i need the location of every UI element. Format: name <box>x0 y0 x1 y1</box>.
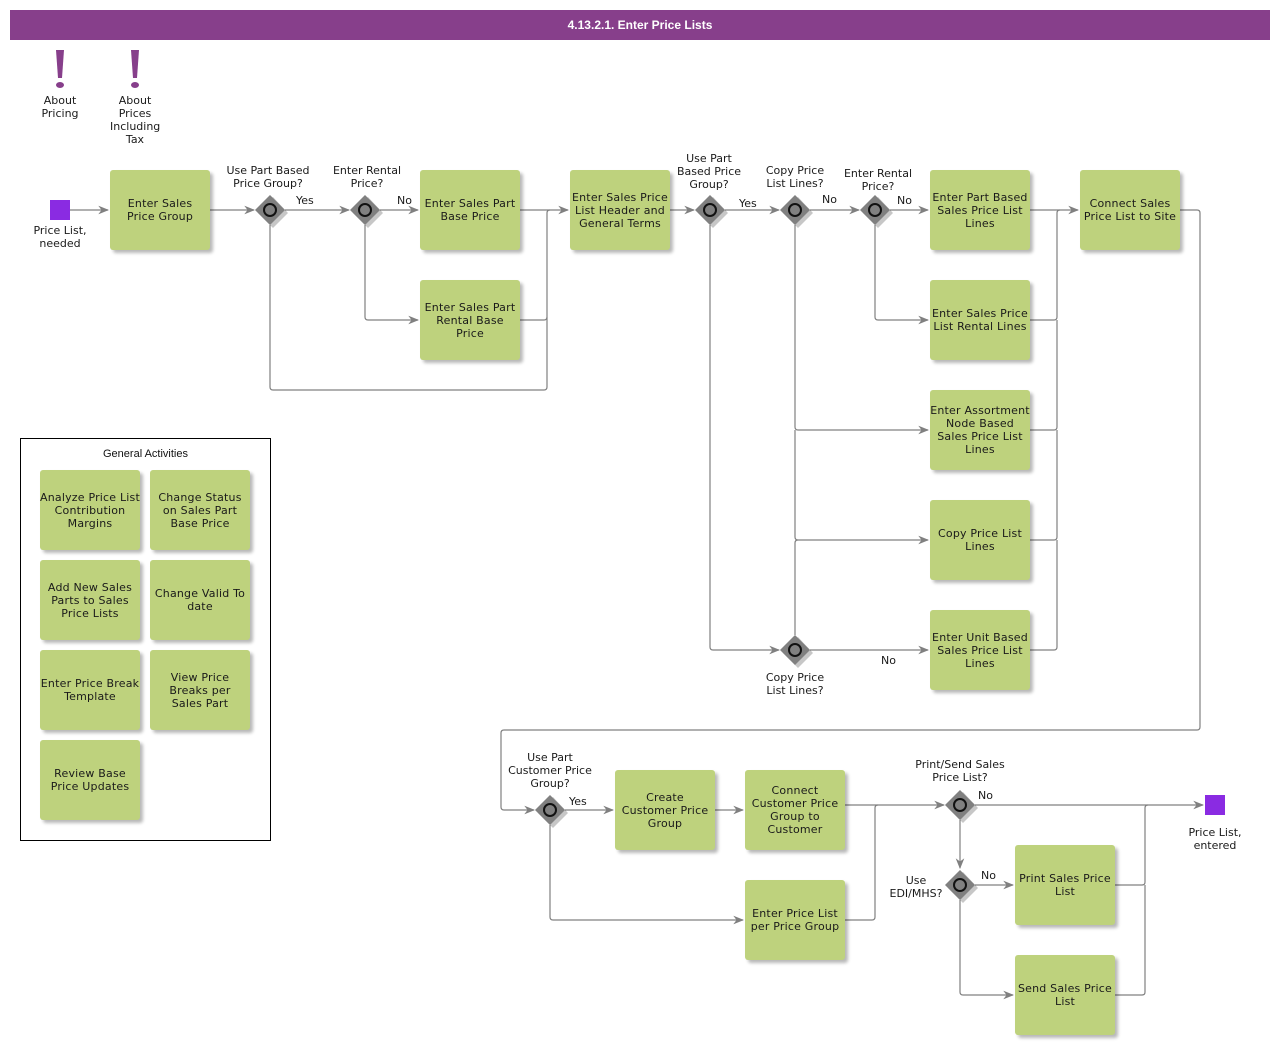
task-print-price-list[interactable]: Print Sales Price List <box>1015 845 1115 925</box>
connector <box>1030 430 1058 541</box>
exclamation-icon <box>131 50 139 88</box>
connector <box>959 900 1015 1000</box>
connector <box>709 225 781 655</box>
flow-label-no: No <box>822 193 837 206</box>
gateway-6[interactable] <box>780 635 813 668</box>
general-activity-item[interactable]: Enter Price Break Template <box>40 650 140 730</box>
start-event[interactable] <box>50 200 70 220</box>
flow-label-no: No <box>981 869 996 882</box>
flow-label-no: No <box>978 789 993 802</box>
connector <box>794 539 799 635</box>
flow-label-no: No <box>881 654 896 667</box>
note-label: About Prices Including Tax <box>110 94 161 146</box>
general-activity-item[interactable]: View Price Breaks per Sales Part <box>150 650 250 730</box>
general-activity-item[interactable]: Review Base Price Updates <box>40 740 140 820</box>
connector <box>1115 804 1149 886</box>
gateway-label: Print/Send Sales Price List? <box>915 758 1005 784</box>
connector <box>500 209 1201 815</box>
task-enter-rental-lines[interactable]: Enter Sales Price List Rental Lines <box>930 280 1030 360</box>
gateway-label: Enter Rental Price? <box>843 167 913 193</box>
flow-label-yes: Yes <box>569 795 587 808</box>
task-enter-part-based-lines[interactable]: Enter Part Based Sales Price List Lines <box>930 170 1030 250</box>
gateway-label: Use Part Customer Price Group? <box>508 751 592 790</box>
gateway-7[interactable] <box>535 795 568 828</box>
connector <box>874 225 930 325</box>
task-enter-sales-part-base-price[interactable]: Enter Sales Part Base Price <box>420 170 520 250</box>
general-activity-item[interactable]: Change Valid To date <box>150 560 250 640</box>
connector <box>794 430 930 545</box>
note-label: About Pricing <box>41 94 79 120</box>
task-enter-unit-based-lines[interactable]: Enter Unit Based Sales Price List Lines <box>930 610 1030 690</box>
note-about-pricing[interactable]: About Pricing <box>40 50 80 120</box>
connector <box>1030 540 1058 651</box>
gateway-4[interactable] <box>780 195 813 228</box>
flow-label-no: No <box>897 194 912 207</box>
general-activities-title: General Activities <box>103 448 188 460</box>
gateway-label: Enter Rental Price? <box>332 164 402 190</box>
gateway-label: Use EDI/MHS? <box>889 874 943 900</box>
connector <box>1030 209 1061 321</box>
task-send-price-list[interactable]: Send Sales Price List <box>1015 955 1115 1035</box>
gateway-8[interactable] <box>945 790 978 823</box>
connector <box>1030 320 1058 431</box>
connector <box>520 316 548 321</box>
task-enter-price-list-header[interactable]: Enter Sales Price List Header and Genera… <box>570 170 670 250</box>
gateway-5[interactable] <box>860 195 893 228</box>
task-connect-to-site[interactable]: Connect Sales Price List to Site <box>1080 170 1180 250</box>
connector <box>845 804 879 921</box>
task-enter-assortment-lines[interactable]: Enter Assortment Node Based Sales Price … <box>930 390 1030 470</box>
gateway-1[interactable] <box>255 195 288 228</box>
end-event-label: Price List, entered <box>1188 826 1242 852</box>
task-connect-group-to-customer[interactable]: Connect Customer Price Group to Customer <box>745 770 845 850</box>
task-copy-price-list-lines[interactable]: Copy Price List Lines <box>930 500 1030 580</box>
flow-label-no: No <box>397 194 412 207</box>
task-enter-sales-price-group[interactable]: Enter Sales Price Group <box>110 170 210 250</box>
connector <box>794 225 930 435</box>
flow-label-yes: Yes <box>296 194 314 207</box>
general-activity-item[interactable]: Add New Sales Parts to Sales Price Lists <box>40 560 140 640</box>
general-activity-item[interactable]: Change Status on Sales Part Base Price <box>150 470 250 550</box>
connector <box>364 225 420 325</box>
gateway-label: Use Part Based Price Group? <box>226 164 310 190</box>
flow-label-yes: Yes <box>739 197 757 210</box>
gateway-label: Use Part Based Price Group? <box>676 152 742 191</box>
gateway-2[interactable] <box>350 195 383 228</box>
end-event[interactable] <box>1205 795 1225 815</box>
gateway-label: Copy Price List Lines? <box>765 164 825 190</box>
note-about-prices-including-tax[interactable]: About Prices Including Tax <box>110 50 160 146</box>
task-enter-sales-part-rental-base-price[interactable]: Enter Sales Part Rental Base Price <box>420 280 520 360</box>
gateway-label: Copy Price List Lines? <box>765 671 825 697</box>
connector <box>1115 885 1146 996</box>
task-create-customer-price-group[interactable]: Create Customer Price Group <box>615 770 715 850</box>
gateway-3[interactable] <box>695 195 728 228</box>
start-event-label: Price List, needed <box>33 224 87 250</box>
general-activity-item[interactable]: Analyze Price List Contribution Margins <box>40 470 140 550</box>
exclamation-icon <box>56 50 64 88</box>
task-enter-price-list-per-group[interactable]: Enter Price List per Price Group <box>745 880 845 960</box>
